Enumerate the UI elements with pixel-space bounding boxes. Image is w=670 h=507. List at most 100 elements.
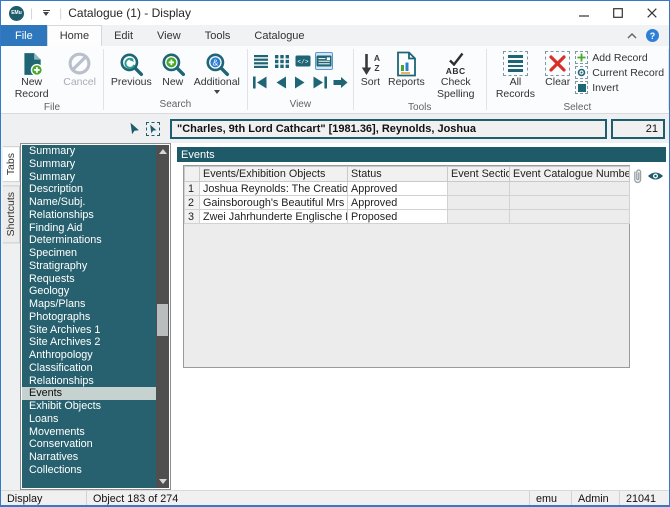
next-record-button[interactable] <box>292 74 309 90</box>
first-record-button[interactable] <box>252 74 269 90</box>
invert-selection-label: Invert <box>592 82 618 94</box>
cell-event-catalogue-number <box>510 182 630 196</box>
column-header-event-section[interactable]: Event Section <box>448 167 510 182</box>
scrollbar-thumb[interactable] <box>157 304 168 336</box>
close-button[interactable] <box>635 1 669 25</box>
tab-item-requests[interactable]: Requests <box>22 273 156 286</box>
invert-selection-button[interactable]: Invert <box>575 81 664 94</box>
tab-edit[interactable]: Edit <box>102 25 145 46</box>
tab-item-site-archives-1[interactable]: Site Archives 1 <box>22 324 156 337</box>
view-code-button[interactable]: </> <box>294 52 312 70</box>
add-record-button[interactable]: Add Record <box>575 51 664 64</box>
sort-icon: AZ <box>361 50 380 77</box>
tab-item-determinations[interactable]: Determinations <box>22 234 156 247</box>
tab-item-summary-1[interactable]: Summary <box>22 145 156 158</box>
quick-access-dropdown-icon[interactable] <box>39 7 53 19</box>
maximize-button[interactable] <box>601 1 635 25</box>
minimize-button[interactable] <box>567 1 601 25</box>
tab-item-site-archives-2[interactable]: Site Archives 2 <box>22 336 156 349</box>
column-header-status[interactable]: Status <box>348 167 448 182</box>
cancel-button[interactable]: Cancel <box>60 49 99 90</box>
row-number[interactable]: 3 <box>185 210 200 224</box>
view-attachment-eye-icon[interactable] <box>647 170 664 182</box>
group-label-tools: Tools <box>354 102 486 116</box>
view-details-button[interactable] <box>315 52 333 70</box>
scroll-down-icon[interactable] <box>156 475 169 488</box>
tab-item-geology[interactable]: Geology <box>22 285 156 298</box>
attachment-icon[interactable] <box>631 167 644 185</box>
ribbon: New Record Cancel File <box>1 46 669 114</box>
tab-item-name-subj[interactable]: Name/Subj. <box>22 196 156 209</box>
current-record-button[interactable]: Current Record <box>575 66 664 79</box>
scroll-up-icon[interactable] <box>156 145 169 158</box>
check-spelling-label: Check Spelling <box>433 77 479 101</box>
cell-status[interactable]: Approved <box>348 196 448 210</box>
reports-button[interactable]: Reports <box>385 49 428 90</box>
tab-item-exhibit-objects[interactable]: Exhibit Objects <box>22 400 156 413</box>
additional-dropdown-icon <box>214 90 220 94</box>
close-icon <box>647 8 657 18</box>
main-content: Tabs Shortcuts Summary Summary Summary D… <box>1 143 669 490</box>
tab-item-movements[interactable]: Movements <box>22 426 156 439</box>
tab-item-description[interactable]: Description <box>22 183 156 196</box>
cell-status[interactable]: Approved <box>348 182 448 196</box>
sort-button[interactable]: AZ Sort <box>358 49 383 90</box>
ribbon-group-search: Previous New <box>104 46 247 113</box>
tab-item-events[interactable]: Events <box>22 387 156 400</box>
new-search-button[interactable]: New <box>157 49 189 90</box>
tab-item-photographs[interactable]: Photographs <box>22 311 156 324</box>
sidebar-scrollbar[interactable] <box>156 145 169 488</box>
tab-item-anthropology[interactable]: Anthropology <box>22 349 156 362</box>
collapse-ribbon-icon[interactable] <box>626 31 638 40</box>
tab-item-summary-2[interactable]: Summary <box>22 158 156 171</box>
view-grid-button[interactable] <box>273 52 291 70</box>
select-region-button[interactable] <box>146 122 160 136</box>
tab-item-summary-3[interactable]: Summary <box>22 171 156 184</box>
check-spelling-button[interactable]: ABC Check Spelling <box>430 49 482 102</box>
last-record-button[interactable] <box>312 74 329 90</box>
tab-catalogue[interactable]: Catalogue <box>242 25 316 46</box>
tab-file[interactable]: File <box>1 25 47 46</box>
tab-item-conservation[interactable]: Conservation <box>22 438 156 451</box>
cell-object[interactable]: Joshua Reynolds: The Creation of C... <box>200 182 348 196</box>
view-list-button[interactable] <box>252 52 270 70</box>
column-header-objects[interactable]: Events/Exhibition Objects <box>200 167 348 182</box>
tab-item-specimen[interactable]: Specimen <box>22 247 156 260</box>
tab-home[interactable]: Home <box>47 25 102 46</box>
clear-selection-button[interactable]: Clear <box>542 49 573 90</box>
pointer-tool-button[interactable] <box>127 121 142 136</box>
tab-item-classification[interactable]: Classification <box>22 362 156 375</box>
previous-record-button[interactable] <box>272 74 289 90</box>
row-number[interactable]: 2 <box>185 196 200 210</box>
tab-item-narratives[interactable]: Narratives <box>22 451 156 464</box>
cell-status[interactable]: Proposed <box>348 210 448 224</box>
scrollbar-track[interactable] <box>156 158 169 475</box>
side-tab-tabs[interactable]: Tabs <box>3 146 20 182</box>
all-records-button[interactable]: All Records <box>491 49 541 102</box>
tab-item-finding-aid[interactable]: Finding Aid <box>22 222 156 235</box>
side-tab-shortcuts[interactable]: Shortcuts <box>3 185 20 243</box>
cell-object[interactable]: Gainsborough's Beautiful Mrs Graha... <box>200 196 348 210</box>
tab-item-relationships-1[interactable]: Relationships <box>22 209 156 222</box>
previous-search-button[interactable]: Previous <box>108 49 155 90</box>
goto-record-button[interactable] <box>332 74 349 90</box>
column-header-event-catalogue-number[interactable]: Event Catalogue Number <box>510 167 630 182</box>
table-row[interactable]: 3 Zwei Jahrhunderte Englische Malerei...… <box>185 210 630 224</box>
cell-object[interactable]: Zwei Jahrhunderte Englische Malerei... <box>200 210 348 224</box>
new-record-button[interactable]: New Record <box>5 49 58 102</box>
new-record-icon <box>19 50 45 77</box>
tab-item-maps-plans[interactable]: Maps/Plans <box>22 298 156 311</box>
tab-item-collections[interactable]: Collections <box>22 464 156 477</box>
tab-item-stratigraphy[interactable]: Stratigraphy <box>22 260 156 273</box>
tab-tools[interactable]: Tools <box>193 25 243 46</box>
current-record-icon <box>575 66 588 79</box>
table-row[interactable]: 1 Joshua Reynolds: The Creation of C... … <box>185 182 630 196</box>
tab-item-loans[interactable]: Loans <box>22 413 156 426</box>
group-label-search: Search <box>104 99 247 113</box>
additional-search-button[interactable]: & Additional <box>191 49 243 95</box>
help-icon[interactable]: ? <box>646 29 659 42</box>
tab-view[interactable]: View <box>145 25 193 46</box>
table-row[interactable]: 2 Gainsborough's Beautiful Mrs Graha... … <box>185 196 630 210</box>
row-number[interactable]: 1 <box>185 182 200 196</box>
tab-item-relationships-2[interactable]: Relationships <box>22 375 156 388</box>
